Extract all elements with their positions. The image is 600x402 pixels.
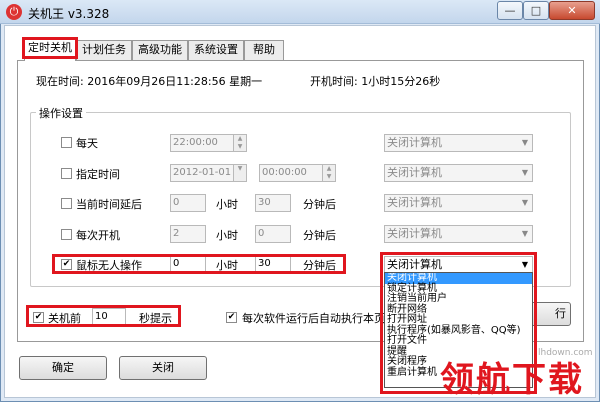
delay-action-select[interactable]: 关闭计算机 ▼ [384,194,533,212]
delay-hours-field[interactable]: 0 [170,194,206,212]
close-window-button[interactable]: ✕ [549,1,595,20]
auto-exec-label: 每次软件运行后自动执行本页 [242,312,385,325]
watermark-url: lhdown.com [538,348,593,358]
each-boot-minutes-unit: 分钟后 [303,229,336,242]
maximize-button[interactable]: □ [523,1,549,20]
chevron-down-icon: ▼ [521,168,529,177]
each-boot-hours-unit: 小时 [216,229,238,242]
window-title: 关机王 v3.328 [28,7,110,21]
uptime-text: 开机时间: 1小时15分26秒 [310,75,441,88]
ok-button[interactable]: 确定 [19,356,107,380]
chevron-down-icon: ▼ [521,229,529,238]
tab-system-settings[interactable]: 系统设置 [188,40,244,60]
dropdown-option[interactable]: 关闭计算机 [385,273,532,284]
specified-label: 指定时间 [76,168,120,181]
delay-label: 当前时间延后 [76,198,142,211]
highlight-remind [26,305,181,327]
tab-help[interactable]: 帮助 [244,40,284,60]
power-icon: ⏻ [6,4,22,20]
specified-action-select[interactable]: 关闭计算机 ▼ [384,164,533,182]
daily-checkbox[interactable] [61,137,72,148]
daily-time-spinner[interactable]: ▲ ▼ [233,134,247,152]
close-button[interactable]: 关闭 [119,356,207,380]
daily-label: 每天 [76,137,98,150]
specified-time-spinner[interactable]: ▲ ▼ [322,164,336,182]
delay-hours-unit: 小时 [216,198,238,211]
dropdown-option[interactable]: 注销当前用户 [385,293,532,305]
daily-action-select[interactable]: 关闭计算机 ▼ [384,134,533,152]
delay-minutes-unit: 分钟后 [303,198,336,211]
dropdown-option[interactable]: 打开网址 [385,314,532,326]
auto-exec-checkbox[interactable]: ✔ [226,312,237,323]
watermark-logo: 领航下载 [440,360,584,400]
highlight-tab [22,37,78,59]
each-boot-checkbox[interactable] [61,229,72,240]
minimize-button[interactable]: — [497,1,523,20]
calendar-dropdown-icon[interactable]: ▼ [233,164,247,182]
chevron-down-icon: ▼ [521,198,529,207]
title-bar[interactable]: ⏻ 关机王 v3.328 — □ ✕ [0,0,600,24]
specified-checkbox[interactable] [61,168,72,179]
dropdown-option[interactable]: 打开文件 [385,335,532,347]
each-boot-action-select[interactable]: 关闭计算机 ▼ [384,225,533,243]
current-time-text: 现在时间: 2016年09月26日11:28:56 星期一 [36,75,263,88]
group-title: 操作设置 [36,105,86,121]
chevron-down-icon: ▼ [521,138,529,147]
tab-advanced[interactable]: 高级功能 [132,40,188,60]
tab-scheduled-tasks[interactable]: 计划任务 [76,40,132,60]
each-boot-minutes-field[interactable]: 0 [255,225,291,243]
delay-minutes-field[interactable]: 30 [255,194,291,212]
each-boot-hours-field[interactable]: 2 [170,225,206,243]
highlight-idle-row [52,254,346,274]
each-boot-label: 每次开机 [76,229,120,242]
delay-checkbox[interactable] [61,198,72,209]
